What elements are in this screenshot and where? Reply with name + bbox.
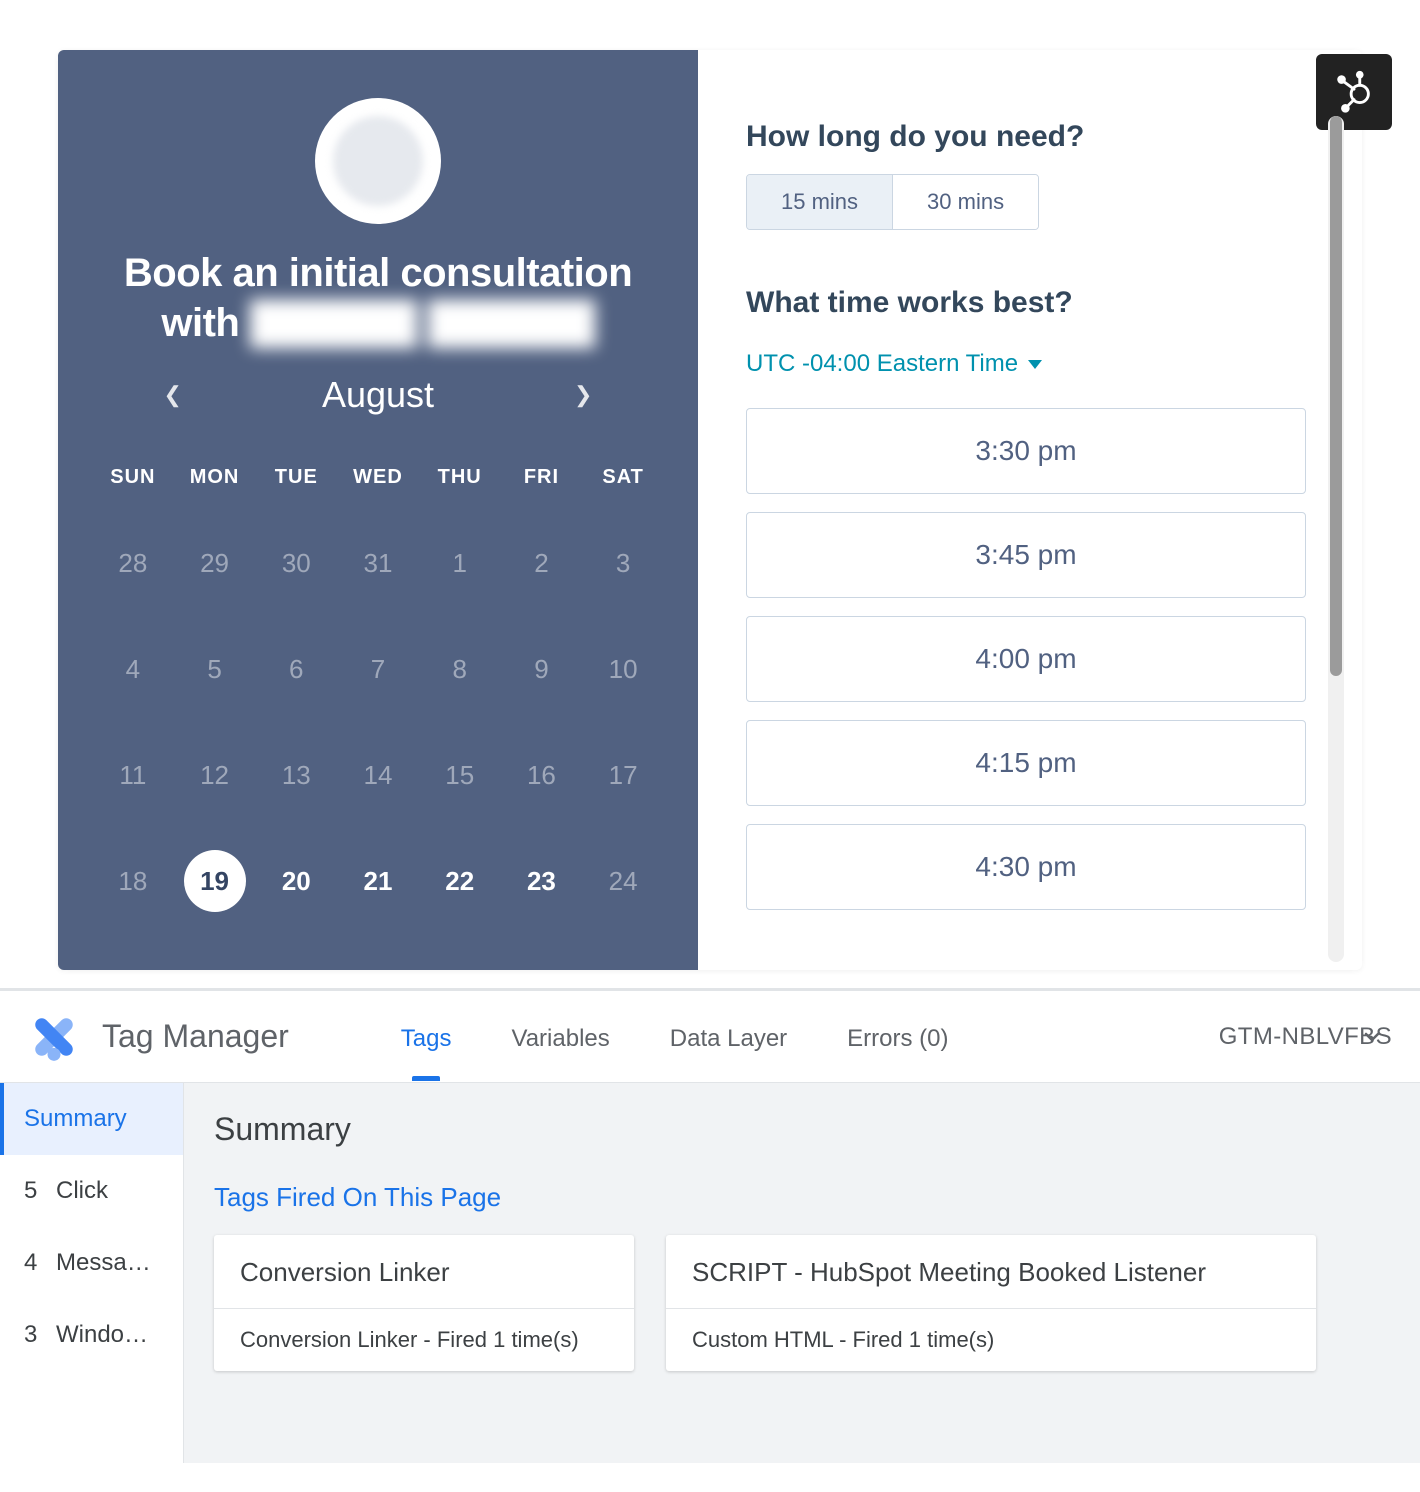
- calendar-day[interactable]: 21: [337, 839, 419, 923]
- caret-down-icon: [1028, 360, 1042, 369]
- calendar-day: 6: [255, 627, 337, 711]
- calendar-day: 8: [419, 627, 501, 711]
- calendar-day: 4: [92, 627, 174, 711]
- gtm-sidebar-item[interactable]: Summary: [0, 1083, 183, 1155]
- gtm-sidebar-label: Click: [56, 1177, 108, 1205]
- calendar-day: 14: [337, 733, 419, 817]
- time-slot[interactable]: 3:45 pm: [746, 512, 1306, 598]
- weekday-label: FRI: [501, 456, 583, 499]
- gtm-tag-meta: Custom HTML - Fired 1 time(s): [666, 1308, 1316, 1371]
- gtm-sidebar-label: Summary: [24, 1105, 127, 1133]
- calendar-day[interactable]: 20: [255, 839, 337, 923]
- time-slot[interactable]: 4:00 pm: [746, 616, 1306, 702]
- calendar-day: 7: [337, 627, 419, 711]
- timezone-select[interactable]: UTC -04:00 Eastern Time: [746, 350, 1042, 378]
- month-label: August: [322, 374, 434, 416]
- gtm-tab[interactable]: Tags: [399, 995, 454, 1079]
- gtm-sidebar-index: 4: [24, 1249, 56, 1277]
- weekday-label: WED: [337, 456, 419, 499]
- scrollbar-thumb[interactable]: [1330, 116, 1342, 676]
- gtm-tag-meta: Conversion Linker - Fired 1 time(s): [214, 1308, 634, 1371]
- gtm-header: Tag Manager Tags Variables Data Layer Error…: [0, 991, 1420, 1083]
- gtm-event-sidebar: Summary5Click4Messa…3Windo…: [0, 1083, 184, 1463]
- weekday-label: SAT: [582, 456, 664, 499]
- scrollbar-track[interactable]: [1328, 116, 1344, 962]
- calendar-day: 17: [582, 733, 664, 817]
- calendar-day: 28: [92, 521, 174, 605]
- chevron-down-icon: [1360, 1025, 1384, 1049]
- next-month-button[interactable]: ❯: [574, 382, 592, 408]
- weekday-label: SUN: [92, 456, 174, 499]
- time-question: What time works best?: [746, 286, 1306, 320]
- gtm-sidebar-index: 5: [24, 1177, 56, 1205]
- gtm-tab[interactable]: Data Layer: [668, 995, 789, 1079]
- calendar-day[interactable]: 23: [501, 839, 583, 923]
- time-slot[interactable]: 4:15 pm: [746, 720, 1306, 806]
- duration-question: How long do you need?: [746, 120, 1306, 154]
- gtm-sidebar-item[interactable]: 5Click: [0, 1155, 183, 1227]
- gtm-sidebar-index: 3: [24, 1321, 56, 1349]
- calendar-day: 12: [174, 733, 256, 817]
- weekday-header: SUNMONTUEWEDTHUFRISAT: [92, 456, 664, 499]
- gtm-tag-cards: Conversion LinkerConversion Linker - Fir…: [214, 1235, 1390, 1371]
- gtm-title: Tag Manager: [102, 1018, 289, 1055]
- calendar-day: 3: [582, 521, 664, 605]
- time-panel: How long do you need? 15 mins30 mins Wha…: [698, 50, 1362, 970]
- calendar-day: 5: [174, 627, 256, 711]
- gtm-collapse-button[interactable]: [1360, 1025, 1384, 1054]
- calendar-day: 13: [255, 733, 337, 817]
- timezone-label: UTC -04:00 Eastern Time: [746, 350, 1018, 378]
- gtm-tag-name: SCRIPT - HubSpot Meeting Booked Listener: [666, 1235, 1316, 1308]
- gtm-debug-panel: Tag Manager Tags Variables Data Layer Error…: [0, 988, 1420, 1463]
- duration-option[interactable]: 15 mins: [747, 175, 892, 229]
- calendar-grid: 2829303112345678910111213141516171819202…: [92, 521, 664, 923]
- calendar-day: 29: [174, 521, 256, 605]
- time-slot[interactable]: 4:30 pm: [746, 824, 1306, 910]
- weekday-label: THU: [419, 456, 501, 499]
- gtm-sidebar-label: Windo…: [56, 1321, 148, 1349]
- calendar-day: 16: [501, 733, 583, 817]
- calendar-panel: Book an initial consultation with ██████…: [58, 50, 698, 970]
- gtm-logo-icon: [28, 1011, 80, 1063]
- weekday-label: TUE: [255, 456, 337, 499]
- time-slot[interactable]: 3:30 pm: [746, 408, 1306, 494]
- gtm-tab-bar: Tags Variables Data Layer Errors (0): [399, 995, 951, 1079]
- calendar-day: 18: [92, 839, 174, 923]
- gtm-fired-label: Tags Fired On This Page: [214, 1182, 1390, 1213]
- gtm-tag-name: Conversion Linker: [214, 1235, 634, 1308]
- calendar-day: 24: [582, 839, 664, 923]
- calendar-day: 31: [337, 521, 419, 605]
- duration-option[interactable]: 30 mins: [892, 175, 1038, 229]
- calendar-day: 1: [419, 521, 501, 605]
- gtm-tab[interactable]: Errors (0): [845, 995, 950, 1079]
- avatar: [315, 98, 441, 224]
- booking-card: Book an initial consultation with ██████…: [58, 50, 1362, 970]
- booking-heading: Book an initial consultation with ██████…: [92, 248, 664, 348]
- calendar-day[interactable]: 19: [174, 839, 256, 923]
- calendar-day: 30: [255, 521, 337, 605]
- calendar-day: 10: [582, 627, 664, 711]
- booking-heading-name: ██████ ██████: [250, 298, 595, 348]
- gtm-content-heading: Summary: [214, 1111, 1390, 1148]
- calendar-day[interactable]: 22: [419, 839, 501, 923]
- weekday-label: MON: [174, 456, 256, 499]
- calendar-day: 15: [419, 733, 501, 817]
- gtm-tag-card[interactable]: SCRIPT - HubSpot Meeting Booked Listener…: [666, 1235, 1316, 1371]
- calendar-day: 11: [92, 733, 174, 817]
- gtm-sidebar-item[interactable]: 4Messa…: [0, 1227, 183, 1299]
- gtm-tag-card[interactable]: Conversion LinkerConversion Linker - Fir…: [214, 1235, 634, 1371]
- calendar-day: 2: [501, 521, 583, 605]
- calendar-day: 9: [501, 627, 583, 711]
- duration-toggle: 15 mins30 mins: [746, 174, 1039, 230]
- gtm-sidebar-label: Messa…: [56, 1249, 151, 1277]
- gtm-content: Summary Tags Fired On This Page Conversi…: [184, 1083, 1420, 1463]
- prev-month-button[interactable]: ❮: [164, 382, 182, 408]
- gtm-tab[interactable]: Variables: [509, 995, 611, 1079]
- gtm-sidebar-item[interactable]: 3Windo…: [0, 1299, 183, 1371]
- time-slot-list: 3:30 pm 3:45 pm 4:00 pm 4:15 pm 4:30 pm: [746, 408, 1306, 910]
